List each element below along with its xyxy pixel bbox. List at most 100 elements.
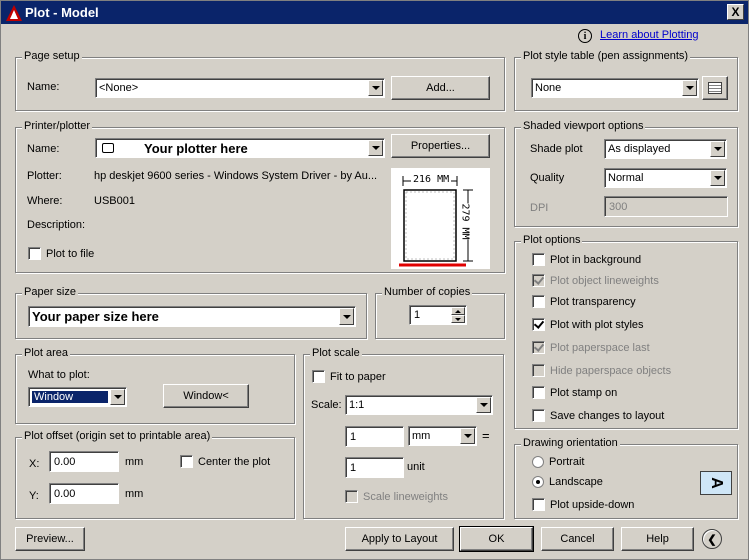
- autocad-app-icon: [5, 4, 23, 22]
- what-to-plot-select[interactable]: Window: [28, 387, 127, 407]
- chevron-down-icon[interactable]: [710, 141, 725, 157]
- plotter-label: Plotter:: [27, 170, 62, 182]
- dpi-input[interactable]: 300: [604, 196, 728, 217]
- paper-width-dimension: 216 MM: [411, 174, 452, 185]
- chevron-down-icon[interactable]: [339, 308, 354, 325]
- checkbox-box: [532, 341, 545, 354]
- plot-option-label: Plot transparency: [550, 295, 636, 308]
- quality-label: Quality: [530, 172, 565, 184]
- offset-x-input[interactable]: 0.00: [49, 451, 119, 472]
- spin-up-icon[interactable]: [451, 307, 465, 315]
- learn-about-plotting-link[interactable]: Learn about Plotting: [600, 29, 698, 41]
- equals-sign: =: [482, 428, 490, 443]
- plot-area-legend: Plot area: [22, 347, 71, 359]
- chevron-down-icon[interactable]: [476, 397, 491, 413]
- scale-drawing-units-input[interactable]: 1: [345, 457, 404, 478]
- scale-select[interactable]: 1:1: [345, 395, 493, 415]
- chevron-down-icon[interactable]: [368, 140, 383, 156]
- plot-option-checkbox[interactable]: Plot transparency: [532, 295, 636, 308]
- chevron-down-icon[interactable]: [368, 80, 383, 96]
- scale-label: Scale:: [311, 399, 342, 411]
- scale-lineweights-label: Scale lineweights: [363, 490, 448, 503]
- printer-icon: [102, 143, 114, 153]
- scale-units-select[interactable]: mm: [408, 426, 477, 446]
- close-button[interactable]: X: [727, 4, 744, 20]
- offset-y-label: Y:: [29, 490, 39, 502]
- where-label: Where:: [27, 195, 63, 207]
- scale-paper-units-value: 1: [350, 430, 357, 443]
- add-button[interactable]: Add...: [391, 76, 490, 100]
- plot-upside-down-label: Plot upside-down: [550, 498, 635, 511]
- spin-down-icon[interactable]: [451, 315, 465, 323]
- apply-to-layout-button[interactable]: Apply to Layout: [345, 527, 454, 551]
- scale-lineweights-checkbox[interactable]: Scale lineweights: [345, 490, 448, 503]
- plot-option-checkbox[interactable]: Plot with plot styles: [532, 318, 644, 331]
- cancel-button[interactable]: Cancel: [541, 527, 614, 551]
- scale-units-value: mm: [412, 430, 431, 442]
- scale-paper-units-input[interactable]: 1: [345, 426, 404, 447]
- copies-input[interactable]: 1: [409, 305, 467, 325]
- plot-style-value: None: [535, 82, 562, 94]
- fit-to-paper-checkbox[interactable]: Fit to paper: [312, 370, 386, 383]
- portrait-radio[interactable]: Portrait: [532, 456, 584, 468]
- plot-offset-legend: Plot offset (origin set to printable are…: [22, 430, 213, 442]
- plot-option-checkbox[interactable]: Plot paperspace last: [532, 341, 650, 354]
- page-setup-name-select[interactable]: <None>: [95, 78, 385, 98]
- what-to-plot-label: What to plot:: [28, 369, 90, 381]
- plot-option-checkbox[interactable]: Hide paperspace objects: [532, 364, 671, 377]
- plot-upside-down-checkbox[interactable]: Plot upside-down: [532, 498, 634, 511]
- info-icon: i: [578, 29, 592, 43]
- window-pick-button[interactable]: Window<: [163, 384, 249, 408]
- paper-size-select[interactable]: Your paper size here: [28, 306, 356, 327]
- preview-button[interactable]: Preview...: [15, 527, 85, 551]
- chevron-down-icon[interactable]: [710, 170, 725, 186]
- chevron-left-icon: ❮: [707, 533, 717, 546]
- checkbox-box: [532, 318, 545, 331]
- paper-size-legend: Paper size: [22, 286, 78, 298]
- what-to-plot-value: Window: [31, 390, 109, 404]
- plot-style-table-legend: Plot style table (pen assignments): [521, 50, 691, 62]
- printer-name-select[interactable]: Your plotter here: [95, 138, 385, 158]
- checkbox-box: [532, 274, 545, 287]
- plot-option-checkbox[interactable]: Plot stamp on: [532, 386, 617, 399]
- landscape-radio[interactable]: Landscape: [532, 476, 603, 488]
- chevron-down-icon[interactable]: [682, 80, 697, 96]
- center-the-plot-label: Center the plot: [198, 455, 271, 468]
- shade-plot-value: As displayed: [608, 143, 671, 155]
- description-label: Description:: [27, 219, 86, 231]
- plot-option-label: Hide paperspace objects: [550, 364, 672, 377]
- page-setup-name-label: Name:: [27, 81, 60, 93]
- close-icon: X: [731, 5, 740, 19]
- checkbox-box: [532, 253, 545, 266]
- properties-button[interactable]: Properties...: [391, 134, 490, 158]
- plot-option-checkbox[interactable]: Plot object lineweights: [532, 274, 659, 287]
- center-the-plot-checkbox[interactable]: Center the plot: [180, 455, 270, 468]
- ok-button[interactable]: OK: [459, 526, 534, 552]
- plot-option-checkbox[interactable]: Plot in background: [532, 253, 641, 266]
- plot-option-label: Plot stamp on: [550, 386, 618, 399]
- chevron-down-icon[interactable]: [110, 389, 125, 405]
- printer-name-value: Your plotter here: [144, 140, 248, 156]
- quality-select[interactable]: Normal: [604, 168, 727, 188]
- chevron-down-icon[interactable]: [460, 428, 475, 444]
- drawing-orientation-legend: Drawing orientation: [521, 437, 620, 449]
- collapse-options-button[interactable]: ❮: [702, 529, 722, 549]
- paper-size-value: Your paper size here: [32, 309, 159, 324]
- where-value: USB001: [94, 195, 135, 207]
- help-button[interactable]: Help: [621, 527, 694, 551]
- offset-y-value: 0.00: [54, 487, 76, 500]
- copies-spinner[interactable]: [451, 307, 465, 323]
- plot-to-file-checkbox[interactable]: Plot to file: [28, 247, 94, 260]
- portrait-label: Portrait: [549, 456, 585, 468]
- plot-to-file-label: Plot to file: [46, 247, 95, 260]
- plot-options-group: Plot options: [514, 234, 738, 429]
- quality-value: Normal: [608, 172, 644, 184]
- plot-option-checkbox[interactable]: Save changes to layout: [532, 409, 664, 422]
- plot-style-select[interactable]: None: [531, 78, 699, 98]
- orientation-preview-icon: A: [700, 471, 732, 495]
- offset-y-input[interactable]: 0.00: [49, 483, 119, 504]
- shaded-viewport-legend: Shaded viewport options: [521, 120, 646, 132]
- edit-plot-style-button[interactable]: [702, 76, 728, 100]
- plot-dialog: Plot - Model X i Learn about Plotting Pa…: [0, 0, 749, 560]
- shade-plot-select[interactable]: As displayed: [604, 139, 727, 159]
